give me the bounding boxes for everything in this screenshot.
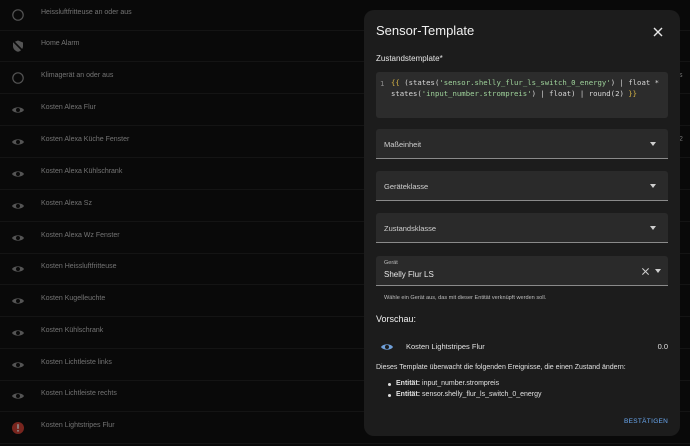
chevron-down-icon [655,269,661,273]
preview-entity-row: Kosten Lightstripes Flur 0.0 [376,336,668,358]
line-number: 1 [380,79,385,88]
device-class-select[interactable]: Geräteklasse [376,171,668,201]
code-token: 'sensor.shelly_flur_ls_switch_0_energy' [439,78,611,87]
unit-select[interactable]: Maßeinheit [376,129,668,159]
device-helper-text: Wähle ein Gerät aus, das mit dieser Enti… [384,295,547,301]
list-item: Entität: sensor.shelly_flur_ls_switch_0_… [388,391,542,402]
template-code: {{ (states('sensor.shelly_flur_ls_switch… [391,78,665,99]
tracked-kind: Entität: [396,391,421,398]
sensor-template-dialog: Sensor-Template Zustandstemplate* 1 {{ (… [364,10,680,436]
unit-label: Maßeinheit [384,140,422,149]
chevron-down-icon [650,142,656,146]
state-class-label: Zustandsklasse [384,224,437,233]
tracked-value: sensor.shelly_flur_ls_switch_0_energy [420,391,542,398]
template-code-editor[interactable]: 1 {{ (states('sensor.shelly_flur_ls_swit… [376,72,668,118]
eye-icon [381,344,393,350]
state-template-label: Zustandstemplate* [376,54,443,63]
code-token: }} [628,88,638,98]
device-value: Shelly Flur LS [384,270,434,279]
tracked-entities-list: Entität: input_number.strompreis Entität… [388,380,542,402]
chevron-down-icon [650,184,656,188]
code-token: ) | float) | round(2) [531,88,629,98]
preview-entity-name: Kosten Lightstripes Flur [406,342,485,351]
device-class-label: Geräteklasse [384,182,429,191]
code-token: 'input_number.strompreis' [421,88,532,98]
device-label: Gerät [384,260,398,266]
tracked-kind: Entität: [396,380,421,387]
device-select[interactable]: Gerät Shelly Flur LS [376,256,668,286]
tracked-value: input_number.strompreis [420,380,500,387]
tracking-description: Dieses Template überwacht die folgenden … [376,364,626,371]
close-icon[interactable] [651,25,665,39]
code-token: {{ [391,78,400,87]
state-class-select[interactable]: Zustandsklasse [376,213,668,243]
preview-heading: Vorschau: [376,314,417,324]
code-token: (states( [399,78,440,87]
dialog-title: Sensor-Template [376,23,475,38]
clear-icon[interactable] [641,267,650,276]
preview-entity-value: 0.0 [657,342,668,351]
chevron-down-icon [650,226,656,230]
list-item: Entität: input_number.strompreis [388,380,542,391]
confirm-button[interactable]: BESTÄTIGEN [624,418,668,425]
